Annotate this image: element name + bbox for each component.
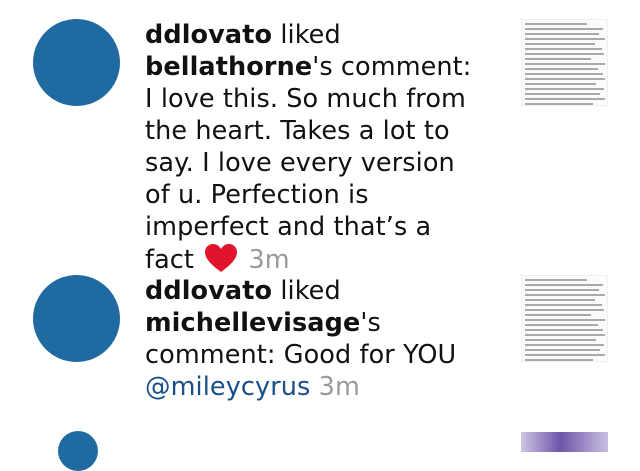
thumbnail-text-line	[525, 73, 603, 75]
thumbnail-text-line	[525, 103, 593, 105]
thumbnail-text-line	[525, 314, 591, 316]
notification-text: ddlovato liked michellevisage's comment: …	[145, 275, 485, 403]
avatar[interactable]	[33, 19, 120, 106]
post-thumbnail[interactable]	[521, 432, 608, 452]
avatar[interactable]	[33, 275, 120, 362]
thumbnail-text-line	[525, 309, 604, 311]
thumbnail-text-line	[525, 359, 593, 361]
actor-username[interactable]: ddlovato	[145, 276, 272, 306]
timestamp: 3m	[248, 245, 290, 275]
actor-username[interactable]: ddlovato	[145, 20, 272, 50]
thumbnail-text-line	[525, 68, 598, 70]
thumbnail-text-line	[525, 98, 605, 100]
activity-feed: ddlovato liked bellathorne's comment: I …	[0, 0, 640, 471]
thumbnail-text-line	[525, 349, 600, 351]
thumbnail-text-line	[525, 334, 605, 336]
mention-link[interactable]: @mileycyrus	[145, 372, 310, 402]
thumbnail-text-line	[525, 329, 603, 331]
thumbnail-text-line	[525, 304, 602, 306]
thumbnail-text-line	[525, 294, 605, 296]
thumbnail-text-line	[525, 319, 605, 321]
thumbnail-text-line	[525, 53, 604, 55]
thumbnail-text-lines	[525, 276, 605, 361]
thumbnail-text-line	[525, 23, 587, 25]
post-thumbnail[interactable]	[521, 19, 608, 106]
thumbnail-text-line	[525, 88, 604, 90]
action-text: liked	[280, 276, 341, 306]
action-text: liked	[280, 20, 341, 50]
thumbnail-text-line	[525, 284, 603, 286]
thumbnail-text-line	[525, 279, 587, 281]
target-username[interactable]: michellevisage	[145, 308, 360, 338]
red-heart-icon	[205, 244, 238, 272]
thumbnail-text-line	[525, 48, 602, 50]
thumbnail-text-line	[525, 33, 599, 35]
thumbnail-text-line	[525, 63, 605, 65]
thumbnail-text-line	[525, 58, 591, 60]
avatar[interactable]	[58, 431, 98, 471]
thumbnail-text-line	[525, 43, 595, 45]
notification-text: ddlovato liked bellathorne's comment: I …	[145, 19, 485, 276]
thumbnail-text-line	[525, 299, 595, 301]
thumbnail-text-line	[525, 289, 599, 291]
thumbnail-text-line	[525, 28, 603, 30]
post-thumbnail[interactable]	[521, 275, 608, 362]
timestamp: 3m	[318, 372, 360, 402]
target-username[interactable]: bellathorne	[145, 52, 312, 82]
thumbnail-text-line	[525, 93, 600, 95]
thumbnail-text-line	[525, 83, 596, 85]
thumbnail-text-line	[525, 339, 596, 341]
thumbnail-text-line	[525, 344, 604, 346]
thumbnail-text-line	[525, 38, 605, 40]
thumbnail-text-line	[525, 354, 605, 356]
thumbnail-text-lines	[525, 20, 605, 105]
thumbnail-text-line	[525, 78, 605, 80]
comment-text: 's comment: I love this. So much from th…	[145, 52, 472, 275]
thumbnail-text-line	[525, 324, 598, 326]
